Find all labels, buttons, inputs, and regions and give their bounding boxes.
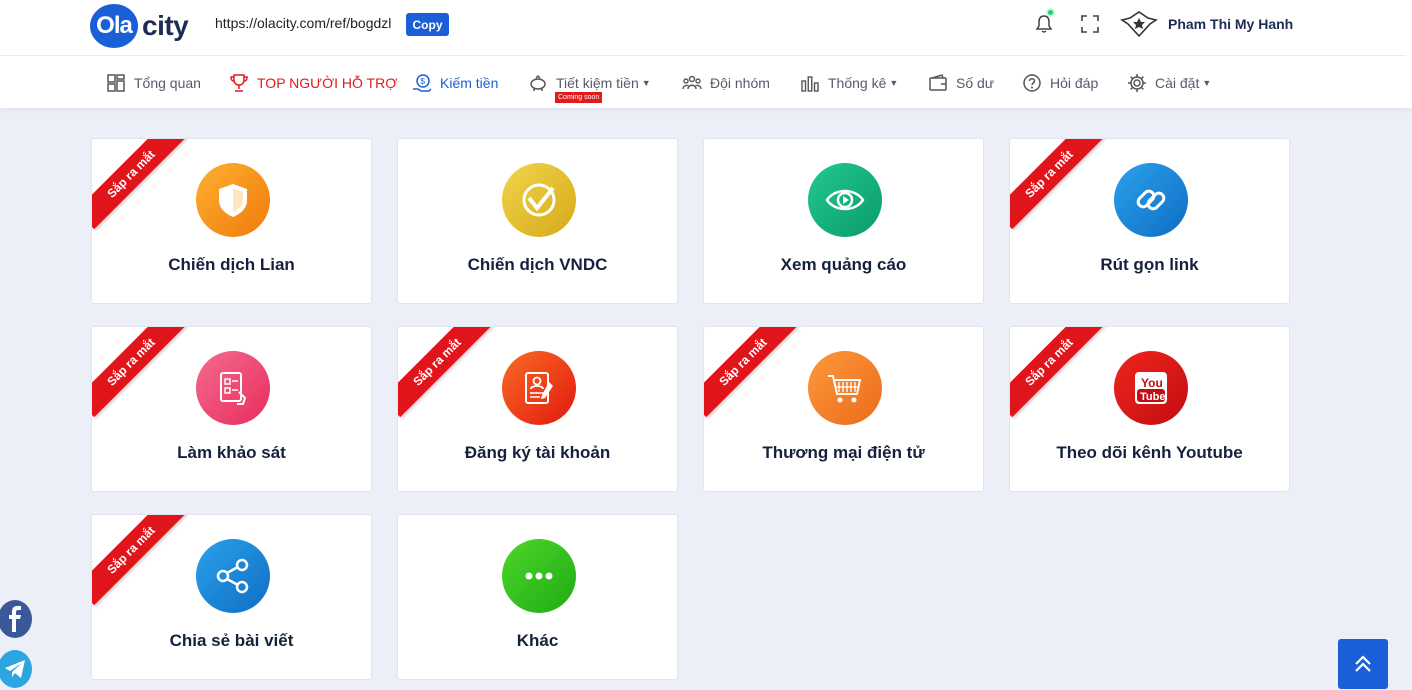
gear-icon — [1128, 74, 1146, 92]
card-title: Đăng ký tài khoản — [464, 443, 611, 462]
nav-label: Tiết kiệm tiền — [556, 75, 639, 91]
chevron-down-icon: ▼ — [889, 78, 899, 88]
card-title: Chiến dịch Lian — [168, 255, 295, 274]
nav-label: Số dư — [956, 75, 995, 91]
logo-badge: Ola — [90, 4, 138, 48]
coming-soon-ribbon: Sắp ra mắt — [398, 327, 493, 418]
user-rank-icon — [1120, 11, 1158, 38]
top-bar: Ola city https://olacity.com/ref/bogdzl … — [0, 0, 1406, 56]
copy-button[interactable]: Copy — [406, 13, 449, 36]
nav-item-earn-money[interactable]: $ Kiếm tiền — [412, 72, 498, 94]
share-icon — [196, 539, 270, 613]
double-chevron-up-icon — [1355, 655, 1371, 672]
card-vndc-campaign[interactable]: Chiến dịch VNDC — [397, 138, 678, 304]
card-survey[interactable]: Sắp ra mắt Làm khảo sát — [91, 326, 372, 492]
scroll-to-top-button[interactable] — [1338, 639, 1388, 689]
coming-soon-ribbon: Sắp ra mắt — [92, 515, 187, 606]
logo-text: city — [142, 10, 189, 41]
telegram-icon[interactable] — [0, 650, 32, 688]
team-icon — [682, 75, 702, 90]
money-hand-icon: $ — [413, 74, 432, 92]
nav-item-faq[interactable]: Hỏi đáp — [1022, 72, 1098, 94]
card-watch-ads[interactable]: Xem quảng cáo — [703, 138, 984, 304]
nav-item-statistics[interactable]: Thống kê ▼ — [800, 72, 898, 94]
svg-text:Tube: Tube — [1140, 391, 1165, 403]
nav-label: Tổng quan — [134, 75, 201, 91]
more-icon — [502, 539, 576, 613]
coming-soon-ribbon: Sắp ra mắt — [704, 327, 799, 418]
nav-item-top-supporters[interactable]: TOP NGƯỜI HỖ TRỢ — [229, 72, 397, 94]
coming-soon-ribbon: Sắp ra mắt — [92, 139, 187, 230]
youtube-icon: You Tube — [1114, 351, 1188, 425]
piggy-bank-icon — [530, 74, 546, 91]
card-title: Làm khảo sát — [177, 443, 286, 462]
eye-play-icon — [808, 163, 882, 237]
fullscreen-icon[interactable] — [1081, 15, 1099, 33]
user-name[interactable]: Pham Thi My Hanh — [1168, 16, 1293, 32]
nav-item-team[interactable]: Đội nhóm — [682, 72, 770, 94]
card-register-account[interactable]: Sắp ra mắt Đăng ký tài khoản — [397, 326, 678, 492]
coming-soon-ribbon: Sắp ra mắt — [92, 327, 187, 418]
card-title: Thương mại điện tử — [762, 443, 925, 462]
nav-item-overview[interactable]: Tổng quan — [106, 72, 201, 94]
question-icon — [1023, 74, 1041, 92]
register-icon — [502, 351, 576, 425]
card-shorten-link[interactable]: Sắp ra mắt Rút gọn link — [1009, 138, 1290, 304]
nav-label: Đội nhóm — [710, 75, 770, 91]
card-ecommerce[interactable]: Sắp ra mắt Thương mại điện tử — [703, 326, 984, 492]
card-share-post[interactable]: Sắp ra mắt Chia sẻ bài viết — [91, 514, 372, 680]
chevron-down-icon: ▼ — [641, 78, 651, 88]
vndc-icon — [502, 163, 576, 237]
card-title: Xem quảng cáo — [780, 255, 907, 274]
nav-item-savings[interactable]: Tiết kiệm tiền ▼ — [528, 72, 651, 94]
card-title: Theo dõi kênh Youtube — [1056, 443, 1243, 462]
facebook-icon[interactable] — [0, 600, 32, 638]
wallet-icon — [929, 74, 947, 91]
nav-item-balance[interactable]: Số dư — [928, 72, 994, 94]
card-title: Chiến dịch VNDC — [467, 255, 608, 274]
nav-label: TOP NGƯỜI HỖ TRỢ — [257, 75, 398, 91]
chart-icon — [801, 76, 819, 92]
header: Ola city https://olacity.com/ref/bogdzl … — [0, 0, 1412, 108]
coming-soon-ribbon: Sắp ra mắt — [1010, 327, 1105, 418]
svg-text:$: $ — [421, 77, 426, 86]
card-title: Chia sẻ bài viết — [169, 631, 294, 650]
card-follow-youtube[interactable]: Sắp ra mắt You Tube Theo dõi kênh Youtube — [1009, 326, 1290, 492]
card-title: Khác — [516, 631, 559, 650]
notification-dot — [1046, 8, 1055, 17]
card-other[interactable]: Khác — [397, 514, 678, 680]
link-icon — [1114, 163, 1188, 237]
card-title: Rút gọn link — [1100, 255, 1199, 274]
logo[interactable]: Ola city — [90, 4, 189, 48]
cart-icon — [808, 351, 882, 425]
coming-soon-badge: Coming soon — [555, 92, 603, 103]
nav-label: Cài đặt — [1155, 75, 1200, 91]
survey-icon — [196, 351, 270, 425]
shield-icon — [196, 163, 270, 237]
svg-text:You: You — [1141, 376, 1163, 390]
nav-label: Hỏi đáp — [1050, 75, 1099, 91]
card-lian-campaign[interactable]: Sắp ra mắt Chiến dịch Lian — [91, 138, 372, 304]
chevron-down-icon: ▼ — [1202, 78, 1212, 88]
dashboard-icon — [107, 74, 125, 92]
coming-soon-ribbon: Sắp ra mắt — [1010, 139, 1105, 230]
trophy-icon — [230, 74, 248, 92]
referral-link: https://olacity.com/ref/bogdzl — [215, 15, 392, 31]
nav-label: Kiếm tiền — [440, 75, 499, 91]
nav-item-settings[interactable]: Cài đặt ▼ — [1127, 72, 1211, 94]
main-nav: Tổng quan TOP NGƯỜI HỖ TRỢ $ Kiếm tiền T… — [0, 56, 1406, 108]
nav-label: Thống kê — [828, 75, 887, 91]
bell-icon[interactable] — [1034, 14, 1054, 34]
